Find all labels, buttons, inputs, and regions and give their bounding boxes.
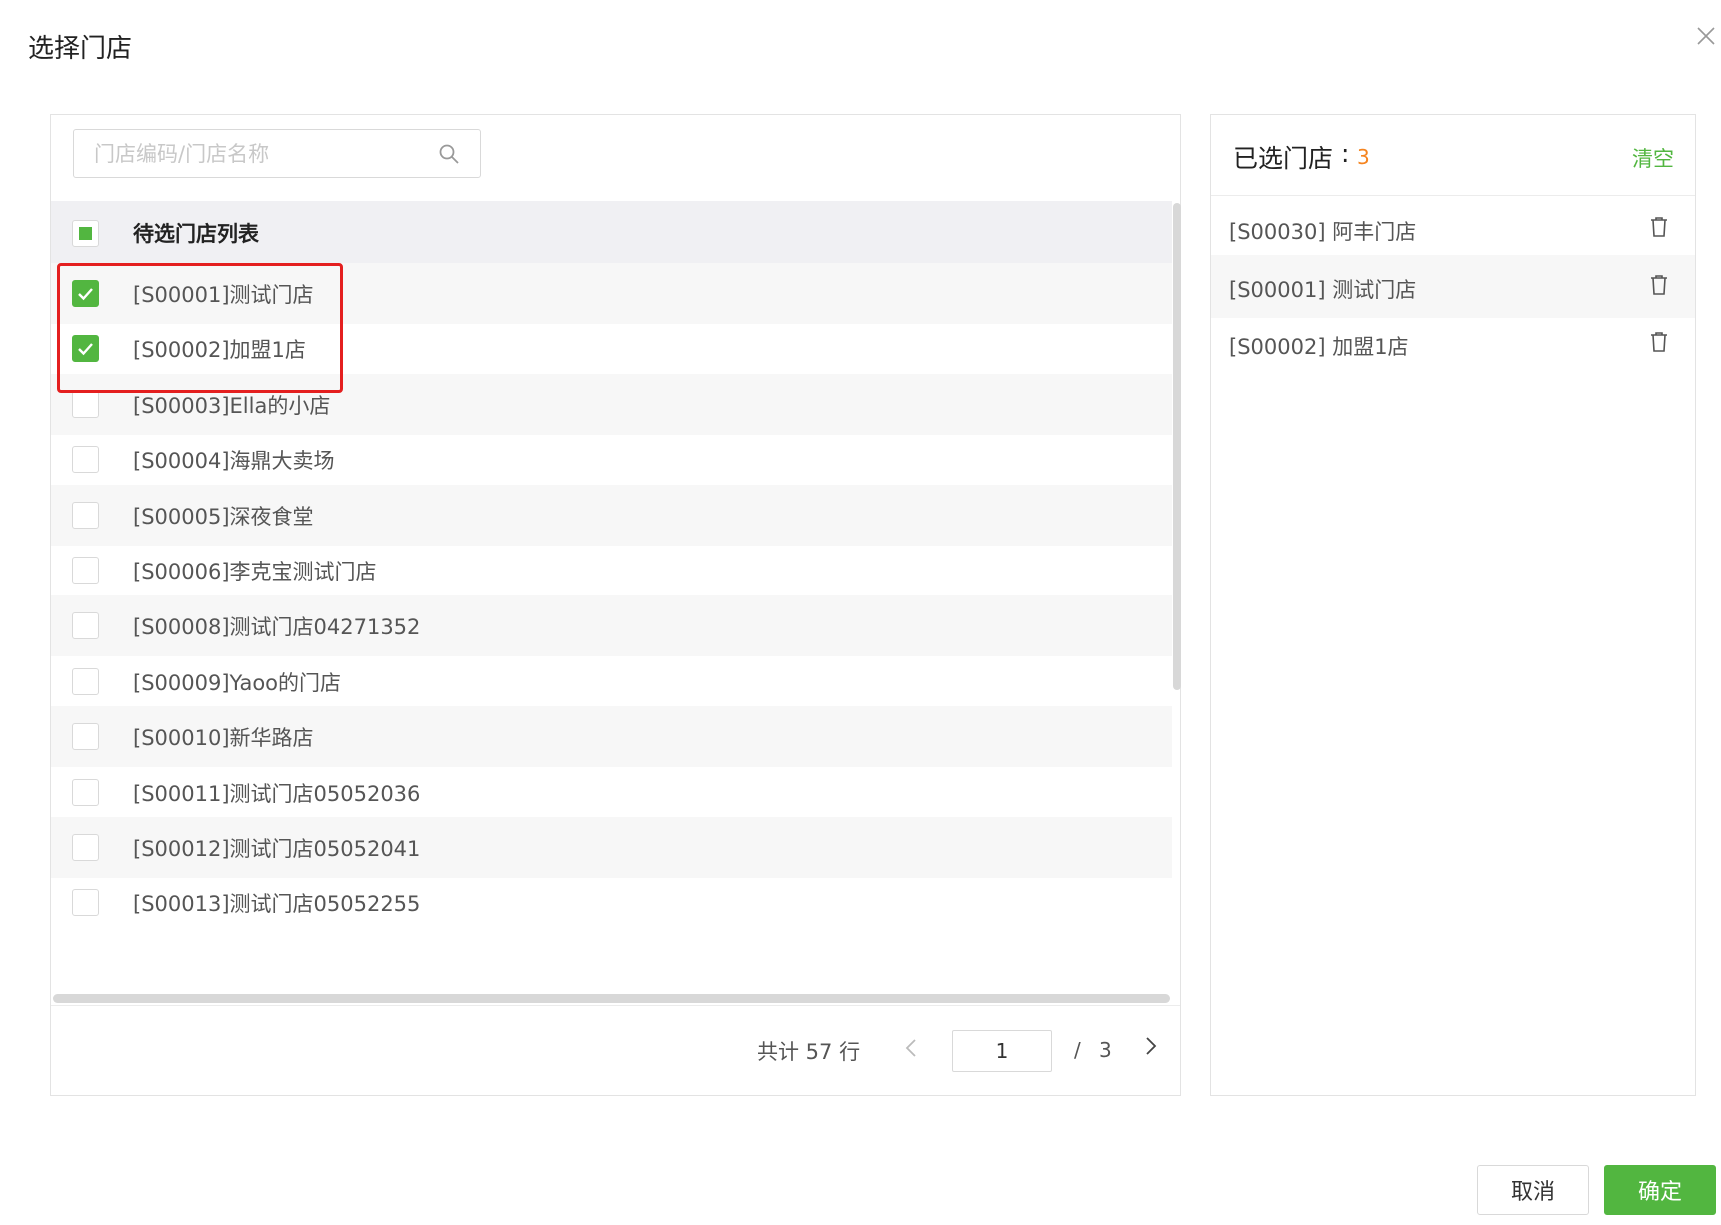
search-input[interactable] [74, 130, 434, 177]
list-item-label: [S00010]新华路店 [133, 726, 314, 751]
list-item[interactable]: [S00003]Ella的小店 [51, 373, 1172, 435]
list-item-label: [S00013]测试门店05052255 [133, 892, 421, 917]
candidate-list: 待选门店列表 [S00001]测试门店 [S00002]加盟1店 [S00003]E… [51, 201, 1172, 995]
row-checkbox[interactable] [72, 335, 99, 363]
checkmark-icon [78, 343, 93, 356]
list-item-label: [S00005]深夜食堂 [133, 504, 314, 529]
list-item[interactable]: [S00013]测试门店05052255 [51, 872, 1172, 933]
chevron-left-icon[interactable] [903, 1036, 919, 1060]
row-checkbox[interactable] [72, 390, 99, 418]
dialog-title: 选择门店 [28, 34, 133, 64]
candidate-panel: 待选门店列表 [S00001]测试门店 [S00002]加盟1店 [S00003]E… [50, 114, 1181, 1096]
checkmark-icon [78, 288, 93, 301]
clear-button[interactable]: 清空 [1632, 143, 1674, 173]
list-header: 待选门店列表 [51, 201, 1172, 263]
close-icon[interactable] [1696, 26, 1716, 46]
horizontal-scroll-thumb[interactable] [53, 994, 1170, 1003]
selected-item: [S00002] 加盟1店 [1211, 312, 1695, 375]
chevron-right-icon[interactable] [1143, 1034, 1159, 1058]
list-item[interactable]: [S00001]测试门店 [51, 263, 1172, 324]
list-item-label: [S00004]海鼎大卖场 [133, 449, 335, 474]
list-item[interactable]: [S00005]深夜食堂 [51, 484, 1172, 546]
row-checkbox[interactable] [72, 778, 99, 806]
selected-item-label: [S00030] 阿丰门店 [1229, 220, 1417, 244]
cancel-button[interactable]: 取消 [1477, 1165, 1589, 1215]
search-icon[interactable] [438, 143, 460, 165]
list-item-label: [S00009]Yaoo的门店 [133, 670, 342, 695]
list-item[interactable]: [S00004]海鼎大卖场 [51, 429, 1172, 490]
row-checkbox[interactable] [72, 501, 99, 529]
list-item-label: [S00002]加盟1店 [133, 338, 306, 363]
row-checkbox[interactable] [72, 612, 99, 640]
selected-title: 已选门店 [1233, 144, 1334, 173]
search-box[interactable] [73, 129, 481, 178]
selected-item: [S00030] 阿丰门店 [1211, 197, 1695, 260]
page-number-input[interactable] [952, 1030, 1052, 1072]
selected-count: 3 [1357, 145, 1370, 169]
list-item[interactable]: [S00002]加盟1店 [51, 318, 1172, 379]
total-count: 共计 57 行 [757, 1040, 861, 1064]
selected-item: [S00001] 测试门店 [1211, 254, 1695, 318]
vertical-scroll-thumb[interactable] [1173, 203, 1181, 690]
vertical-scrollbar[interactable] [1172, 201, 1182, 995]
row-checkbox[interactable] [72, 667, 99, 695]
selected-colon: : [1341, 139, 1350, 168]
list-item-label: [S00011]测试门店05052036 [133, 781, 421, 806]
list-item[interactable]: [S00006]李克宝测试门店 [51, 540, 1172, 601]
list-header-label: 待选门店列表 [133, 222, 259, 246]
list-item[interactable]: [S00008]测试门店04271352 [51, 595, 1172, 657]
trash-icon[interactable] [1649, 274, 1669, 296]
list-item-label: [S00012]测试门店05052041 [133, 837, 421, 861]
row-checkbox[interactable] [72, 280, 99, 307]
list-item[interactable]: [S00009]Yaoo的门店 [51, 651, 1172, 712]
trash-icon[interactable] [1649, 331, 1669, 353]
trash-icon[interactable] [1649, 216, 1669, 238]
row-checkbox[interactable] [72, 446, 99, 474]
list-item-label: [S00003]Ella的小店 [133, 393, 331, 418]
selected-panel: 已选门店 : 3 清空 [S00030] 阿丰门店 [S00001] 测试门店 [S… [1210, 114, 1696, 1096]
list-item-label: [S00008]测试门店04271352 [133, 615, 421, 640]
total-pages: 3 [1099, 1038, 1112, 1062]
page-separator: / [1074, 1038, 1081, 1062]
horizontal-scrollbar[interactable] [51, 991, 1172, 1005]
select-all-checkbox[interactable] [72, 220, 99, 247]
row-checkbox[interactable] [72, 834, 99, 861]
list-item[interactable]: [S00012]测试门店05052041 [51, 817, 1172, 878]
list-item-label: [S00001]测试门店 [133, 283, 314, 307]
list-item[interactable]: [S00011]测试门店05052036 [51, 762, 1172, 823]
selected-item-label: [S00001] 测试门店 [1229, 277, 1417, 302]
row-checkbox[interactable] [72, 723, 99, 751]
selected-header: 已选门店 : 3 清空 [1211, 115, 1695, 196]
list-item[interactable]: [S00010]新华路店 [51, 706, 1172, 768]
selected-item-label: [S00002] 加盟1店 [1229, 335, 1409, 359]
row-checkbox[interactable] [72, 889, 99, 917]
row-checkbox[interactable] [72, 557, 99, 584]
pagination: 共计 57 行 / 3 [51, 1005, 1180, 1095]
list-item-label: [S00006]李克宝测试门店 [133, 560, 377, 584]
confirm-button[interactable]: 确定 [1604, 1165, 1716, 1215]
